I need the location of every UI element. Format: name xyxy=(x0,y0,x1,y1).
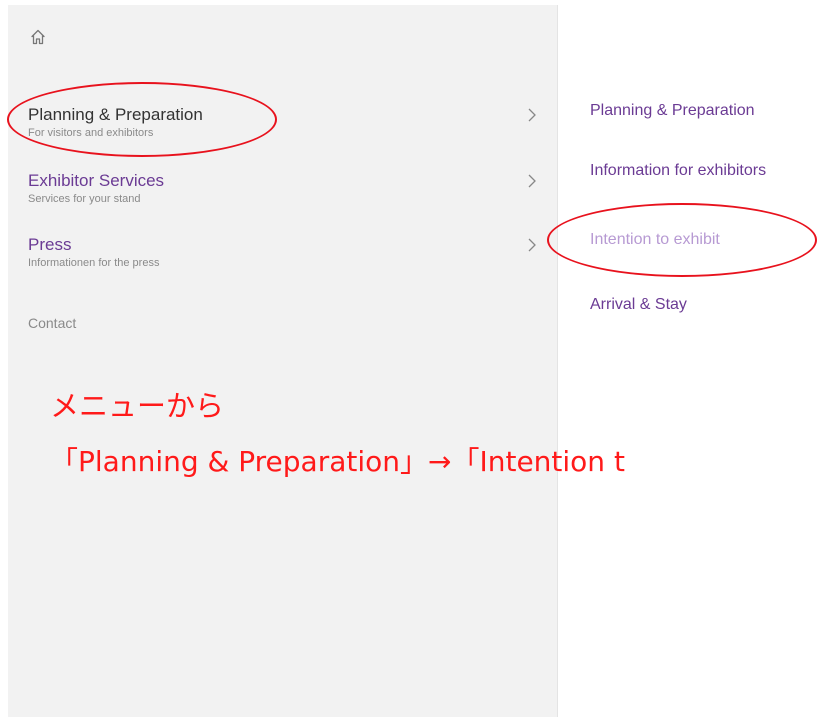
annotation-line-2: 「Planning & Preparation」→「Intention t xyxy=(50,445,625,478)
annotation-line-1: メニューから xyxy=(50,389,225,423)
nav-item-planning-preparation[interactable]: Planning & Preparation For visitors and … xyxy=(28,105,538,140)
contact-link[interactable]: Contact xyxy=(28,315,76,331)
chevron-right-icon xyxy=(526,172,538,190)
nav-item-exhibitor-services[interactable]: Exhibitor Services Services for your sta… xyxy=(28,171,538,206)
chevron-right-icon xyxy=(526,236,538,254)
nav-item-title: Planning & Preparation xyxy=(28,105,203,124)
nav-panel: Planning & Preparation For visitors and … xyxy=(8,5,558,717)
home-button[interactable] xyxy=(28,27,48,47)
nav-item-subtitle: For visitors and exhibitors xyxy=(28,127,154,139)
submenu-item-planning-preparation[interactable]: Planning & Preparation xyxy=(590,102,755,120)
submenu-item-information-for-exhibitors[interactable]: Information for exhibitors xyxy=(590,162,766,180)
chevron-right-icon xyxy=(526,106,538,124)
nav-item-title: Press xyxy=(28,235,72,254)
nav-item-subtitle: Services for your stand xyxy=(28,193,141,205)
nav-item-title: Exhibitor Services xyxy=(28,171,165,190)
home-icon xyxy=(31,29,45,45)
nav-item-press[interactable]: Press Informationen for the press xyxy=(28,235,538,270)
submenu-item-intention-to-exhibit[interactable]: Intention to exhibit xyxy=(590,231,720,249)
submenu-item-arrival-stay[interactable]: Arrival & Stay xyxy=(590,296,687,314)
nav-item-subtitle: Informationen for the press xyxy=(28,257,160,269)
